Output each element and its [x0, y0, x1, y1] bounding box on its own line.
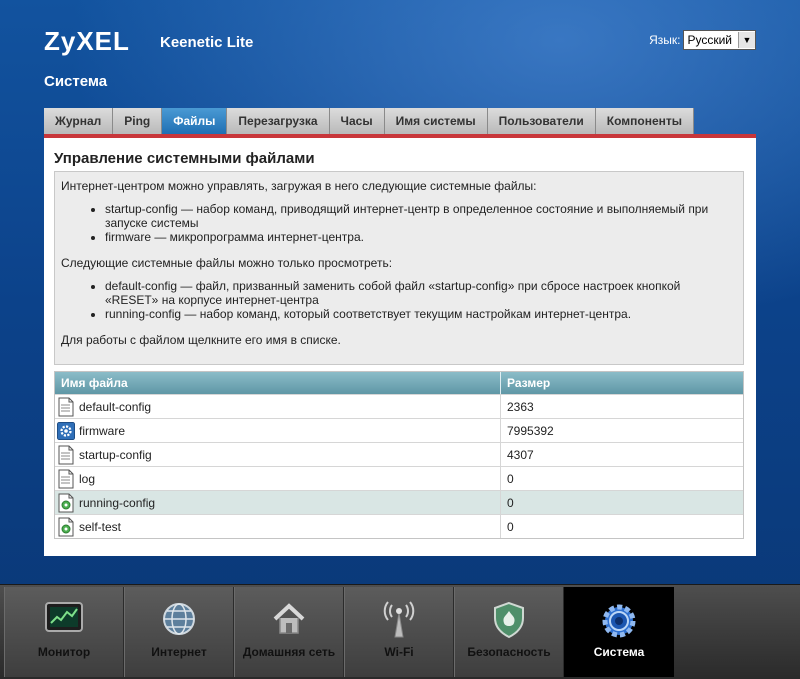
info-box: Интернет-центром можно управлять, загруж… — [54, 171, 744, 365]
language-selector: Язык: Русский ▼ — [649, 30, 756, 50]
dock-label: Домашняя сеть — [242, 645, 336, 659]
list-item: startup-config — набор команд, приводящи… — [105, 202, 737, 230]
table-row[interactable]: running-config 0 — [55, 490, 743, 514]
language-label: Язык: — [649, 33, 681, 47]
column-header-size[interactable]: Размер — [501, 372, 743, 394]
file-size: 0 — [507, 520, 514, 534]
readonly-files-list: default-config — файл, призванный замени… — [61, 279, 737, 321]
column-header-name[interactable]: Имя файла — [55, 372, 501, 394]
antenna-icon — [383, 601, 415, 638]
gear-icon — [602, 604, 636, 638]
dock-label: Wi-Fi — [384, 645, 414, 659]
dock-home-network[interactable]: Домашняя сеть — [234, 587, 344, 677]
table-row[interactable]: self-test 0 — [55, 514, 743, 538]
dock-label: Монитор — [37, 645, 91, 659]
table-header: Имя файла Размер — [55, 372, 743, 394]
files-table: Имя файла Размер default-config 2363 fir… — [54, 371, 744, 539]
list-item: running-config — набор команд, который с… — [105, 307, 737, 321]
table-row[interactable]: startup-config 4307 — [55, 442, 743, 466]
tab-files[interactable]: Файлы — [162, 108, 228, 134]
monitor-icon — [45, 602, 83, 632]
file-size: 0 — [507, 472, 514, 486]
dock-wifi[interactable]: Wi-Fi — [344, 587, 454, 677]
info-intro-2: Следующие системные файлы можно только п… — [61, 256, 393, 270]
tab-users[interactable]: Пользователи — [487, 108, 596, 134]
dock-label: Интернет — [151, 645, 207, 659]
file-size: 4307 — [507, 448, 534, 462]
table-row[interactable]: default-config 2363 — [55, 394, 743, 418]
dock-monitor[interactable]: Монитор — [4, 587, 124, 677]
tab-ping[interactable]: Ping — [113, 108, 163, 134]
file-name[interactable]: startup-config — [79, 448, 152, 462]
shield-icon — [494, 601, 524, 639]
document-gear-icon — [58, 493, 74, 512]
file-size: 0 — [507, 496, 514, 510]
tab-log[interactable]: Журнал — [44, 108, 114, 134]
document-gear-icon — [58, 517, 74, 536]
file-size: 7995392 — [507, 424, 554, 438]
tab-components[interactable]: Компоненты — [595, 108, 695, 134]
zyxel-logo: ZyXEL — [44, 26, 130, 56]
info-footer: Для работы с файлом щелкните его имя в с… — [61, 333, 341, 347]
document-icon — [58, 397, 74, 416]
file-size: 2363 — [507, 400, 534, 414]
dock-security[interactable]: Безопасность — [454, 587, 564, 677]
tab-system-name[interactable]: Имя системы — [384, 108, 488, 134]
dock-label: Безопасность — [467, 645, 551, 659]
gear-icon — [57, 421, 75, 440]
panel-title: Управление системными файлами — [54, 150, 315, 167]
document-icon — [58, 445, 74, 464]
section-title: Система — [44, 73, 108, 90]
table-row[interactable]: log 0 — [55, 466, 743, 490]
tab-reboot[interactable]: Перезагрузка — [227, 108, 330, 134]
chevron-down-icon: ▼ — [738, 32, 755, 48]
language-value: Русский — [687, 33, 732, 47]
file-name[interactable]: firmware — [79, 424, 125, 438]
editable-files-list: startup-config — набор команд, приводящи… — [61, 202, 737, 244]
globe-icon — [163, 603, 195, 635]
content-panel: Управление системными файлами Интернет-ц… — [44, 138, 756, 556]
list-item: default-config — файл, призванный замени… — [105, 279, 737, 307]
dock-system[interactable]: Система — [564, 587, 674, 677]
bottom-dock: Монитор Интернет Домашняя сеть Wi-Fi Без… — [0, 584, 800, 679]
tab-bar: Журнал Ping Файлы Перезагрузка Часы Имя … — [44, 108, 695, 134]
file-name[interactable]: running-config — [79, 496, 155, 510]
device-model: Keenetic Lite — [160, 34, 254, 51]
table-row[interactable]: firmware 7995392 — [55, 418, 743, 442]
dock-internet[interactable]: Интернет — [124, 587, 234, 677]
tab-clock[interactable]: Часы — [329, 108, 385, 134]
dock-label: Система — [593, 645, 645, 659]
list-item: firmware — микропрограмма интернет-центр… — [105, 230, 737, 244]
file-name[interactable]: default-config — [79, 400, 151, 414]
document-icon — [58, 469, 74, 488]
info-intro-1: Интернет-центром можно управлять, загруж… — [61, 179, 537, 193]
file-name[interactable]: self-test — [79, 520, 121, 534]
language-select[interactable]: Русский ▼ — [683, 30, 756, 50]
file-name[interactable]: log — [79, 472, 95, 486]
house-icon — [273, 603, 305, 634]
